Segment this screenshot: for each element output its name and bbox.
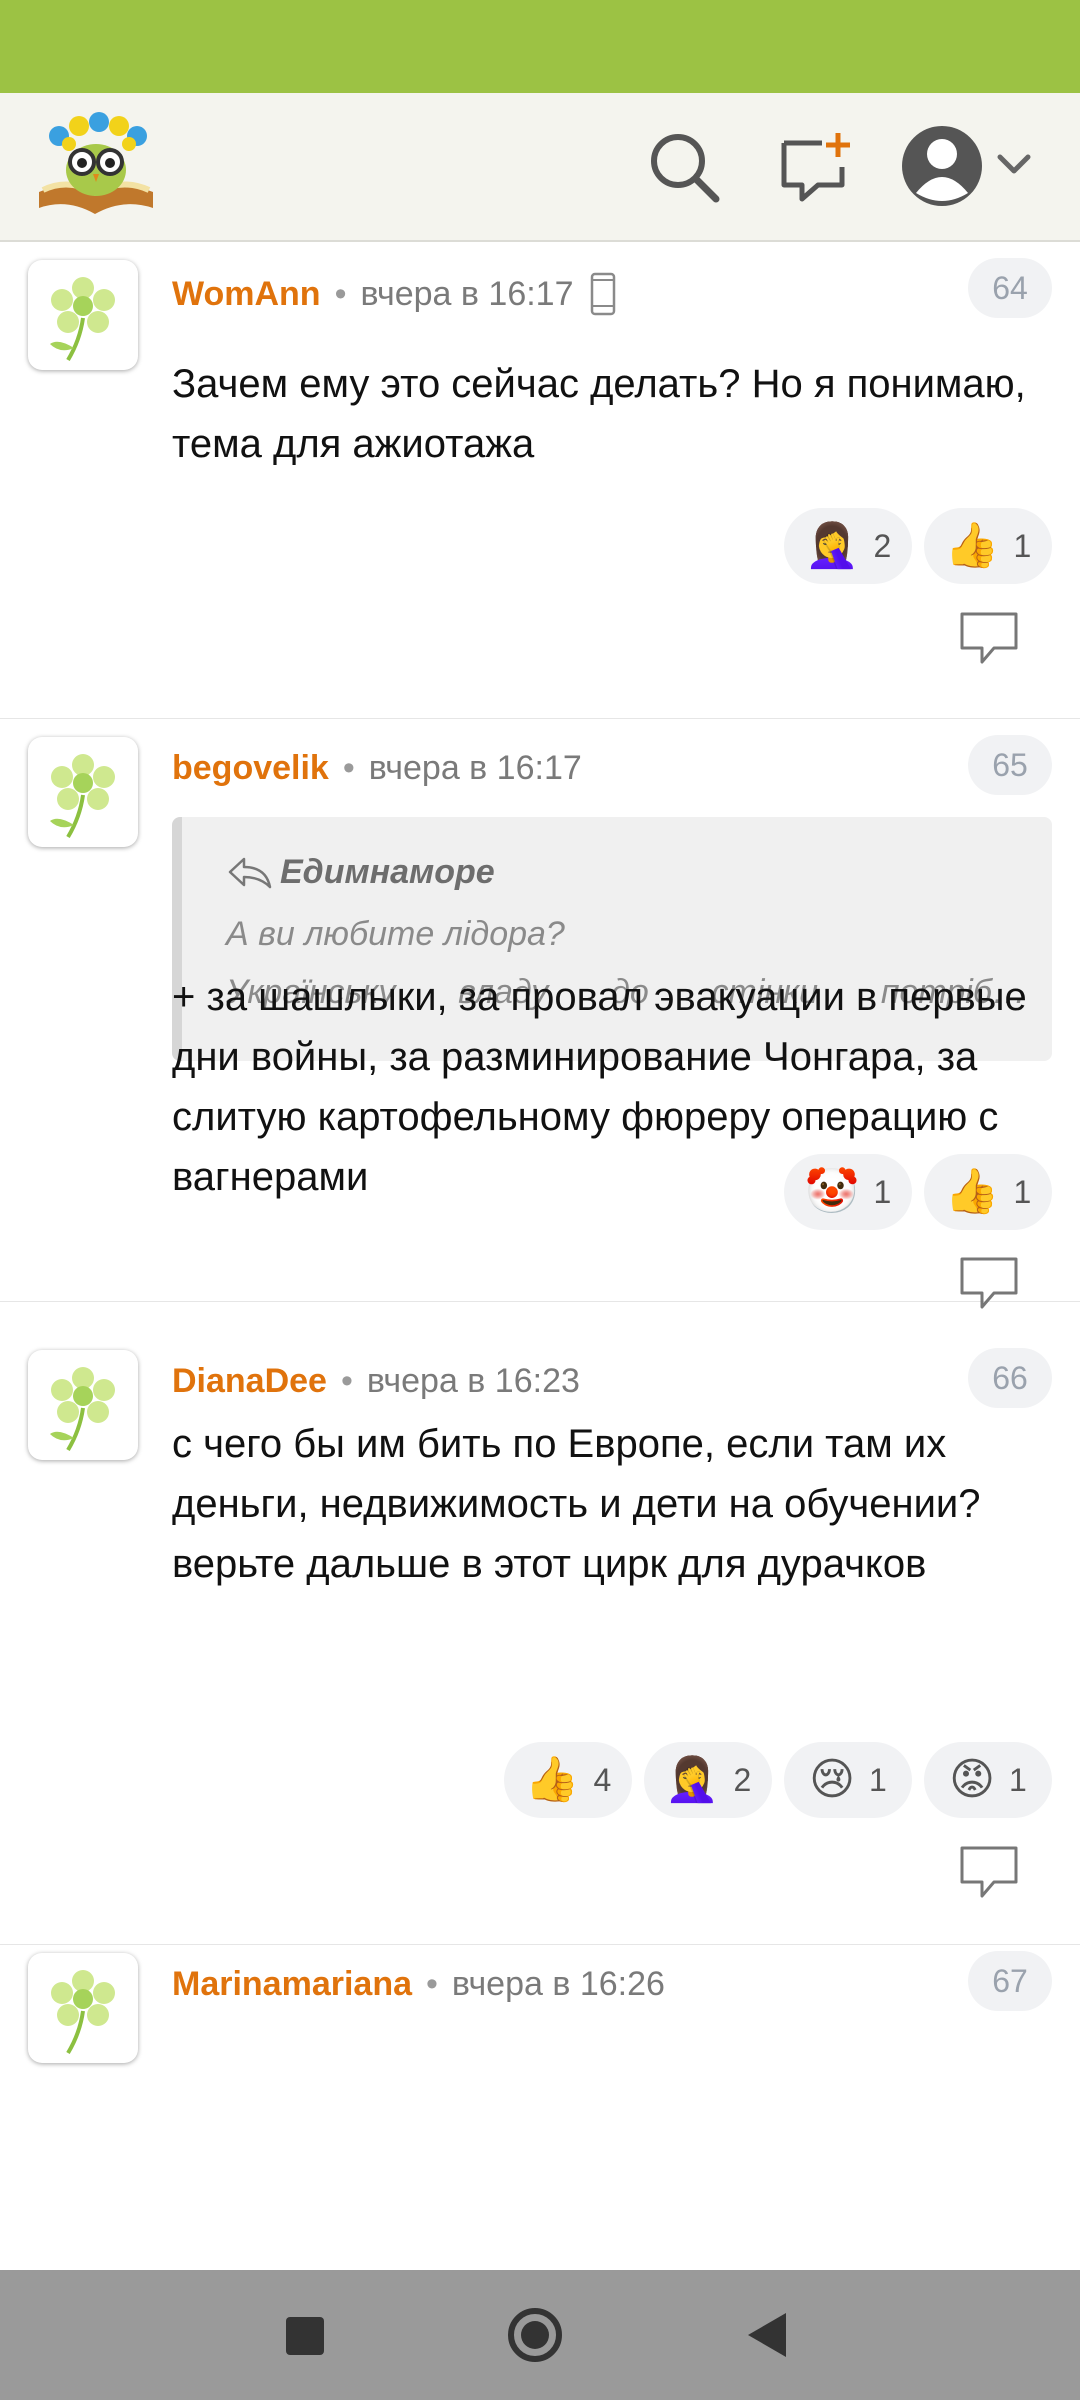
reaction-angry[interactable]: 😡 1 xyxy=(924,1742,1052,1818)
separator-dot: • xyxy=(342,749,355,787)
user-menu-button[interactable] xyxy=(898,121,1058,211)
reaction-clown[interactable]: 🤡 1 xyxy=(784,1154,912,1230)
user-avatar[interactable] xyxy=(28,1953,138,2063)
comment-number[interactable]: 66 xyxy=(968,1348,1052,1408)
comment-64: WomAnn • вчера в 16:17 64 Зачем ему это … xyxy=(0,242,1080,719)
comment-time: вчера в 16:23 xyxy=(366,1362,580,1400)
mobile-phone-icon xyxy=(590,272,615,316)
owl-book-logo[interactable] xyxy=(33,110,159,220)
reaction-count: 2 xyxy=(873,527,892,564)
reaction-count: 1 xyxy=(869,1761,887,1798)
comments-list: WomAnn • вчера в 16:17 64 Зачем ему это … xyxy=(0,242,1080,2270)
quote-text-line: А ви любите лідора? xyxy=(226,915,565,953)
comment-time: вчера в 16:17 xyxy=(360,274,574,313)
comment-meta: begovelik • вчера в 16:17 xyxy=(172,749,582,788)
reactions: 🤦‍♀️ 2 👍 1 xyxy=(784,508,1052,584)
home-icon[interactable] xyxy=(505,2305,565,2365)
reply-icon[interactable] xyxy=(958,610,1020,668)
comment-number[interactable]: 65 xyxy=(968,735,1052,795)
crying-emoji: 😢 xyxy=(809,1754,856,1805)
reaction-facepalm[interactable]: 🤦‍♀️ 2 xyxy=(644,1742,772,1818)
comment-number[interactable]: 64 xyxy=(968,258,1052,318)
comment-paragraph: верьте дальше в этот цирк для дурачков xyxy=(172,1542,927,1586)
facepalm-emoji: 🤦‍♀️ xyxy=(804,520,860,571)
reaction-thumbs-up[interactable]: 👍 1 xyxy=(924,508,1052,584)
status-bar xyxy=(0,0,1080,93)
comment-text: Зачем ему это сейчас делать? Но я понима… xyxy=(172,354,1042,474)
author-name[interactable]: Marinamariana xyxy=(172,1965,412,2004)
comment-67: Marinamariana • вчера в 16:26 67 xyxy=(0,1935,1080,2235)
comment-meta: DianaDee • вчера в 16:23 xyxy=(172,1362,580,1401)
reaction-count: 1 xyxy=(1009,1761,1027,1798)
quote-author-row: Едимнаморе xyxy=(226,853,495,892)
reaction-count: 4 xyxy=(593,1761,612,1798)
reply-arrow-icon xyxy=(228,857,272,888)
comment-meta: Marinamariana • вчера в 16:26 xyxy=(172,1965,665,2004)
separator-dot: • xyxy=(334,274,347,313)
reaction-thumbs-up[interactable]: 👍 1 xyxy=(924,1154,1052,1230)
author-name[interactable]: DianaDee xyxy=(172,1362,327,1401)
clown-emoji: 🤡 xyxy=(804,1166,860,1217)
system-navigation-bar xyxy=(0,2270,1080,2400)
comment-time: вчера в 16:26 xyxy=(451,1965,665,2003)
comment-paragraph: с чего бы им бить по Европе, если там их… xyxy=(172,1422,981,1526)
thumbs-up-emoji: 👍 xyxy=(944,520,1000,571)
search-icon[interactable] xyxy=(646,129,722,205)
comment-number[interactable]: 67 xyxy=(968,1951,1052,2011)
reply-icon[interactable] xyxy=(958,1255,1020,1313)
reaction-count: 1 xyxy=(873,1173,892,1210)
comment-65: begovelik • вчера в 16:17 65 Едимнаморе … xyxy=(0,719,1080,1309)
author-name[interactable]: begovelik xyxy=(172,749,329,788)
reactions: 🤡 1 👍 1 xyxy=(784,1154,1052,1230)
reaction-count: 1 xyxy=(1013,527,1032,564)
comment-text: с чего бы им бить по Европе, если там их… xyxy=(172,1414,1042,1594)
reply-icon[interactable] xyxy=(958,1844,1020,1902)
reaction-count: 2 xyxy=(733,1761,752,1798)
comment-66: DianaDee • вчера в 16:23 66 с чего бы им… xyxy=(0,1332,1080,1945)
angry-emoji: 😡 xyxy=(949,1754,996,1805)
user-avatar[interactable] xyxy=(28,737,138,847)
new-post-icon[interactable] xyxy=(778,129,854,205)
separator-dot: • xyxy=(426,1965,438,2003)
thumbs-up-emoji: 👍 xyxy=(524,1754,580,1805)
facepalm-emoji: 🤦‍♀️ xyxy=(664,1754,720,1805)
recent-apps-icon[interactable] xyxy=(280,2305,330,2365)
reaction-facepalm[interactable]: 🤦‍♀️ 2 xyxy=(784,508,912,584)
reactions: 👍 4 🤦‍♀️ 2 😢 1 😡 1 xyxy=(504,1742,1052,1818)
separator-dot: • xyxy=(340,1362,353,1400)
user-avatar[interactable] xyxy=(28,260,138,370)
quote-author: Едимнаморе xyxy=(280,853,495,891)
author-name[interactable]: WomAnn xyxy=(172,275,321,314)
user-avatar[interactable] xyxy=(28,1350,138,1460)
back-icon[interactable] xyxy=(742,2305,792,2365)
thumbs-up-emoji: 👍 xyxy=(944,1166,1000,1217)
comment-time: вчера в 16:17 xyxy=(368,749,582,787)
app-header xyxy=(0,93,1080,242)
comment-paragraph: Зачем ему это сейчас делать? Но я понима… xyxy=(172,362,1026,466)
comment-meta: WomAnn • вчера в 16:17 xyxy=(172,272,616,316)
reaction-count: 1 xyxy=(1013,1173,1032,1210)
reaction-crying[interactable]: 😢 1 xyxy=(784,1742,912,1818)
reaction-thumbs-up[interactable]: 👍 4 xyxy=(504,1742,632,1818)
